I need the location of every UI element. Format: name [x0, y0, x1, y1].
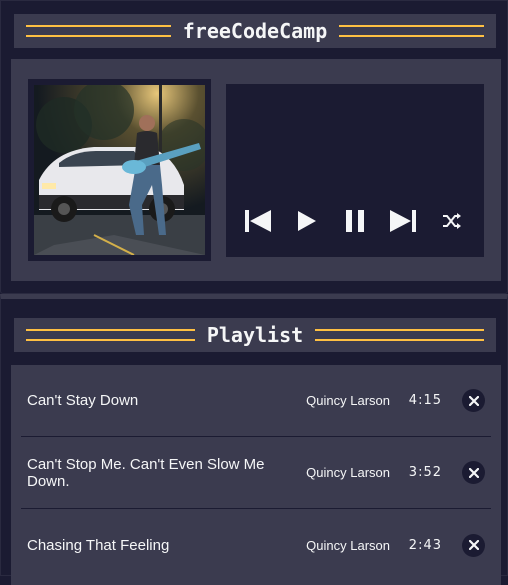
- header-decoration-left: [26, 25, 171, 37]
- song-title: Can't Stay Down: [27, 392, 139, 409]
- pause-button[interactable]: [339, 205, 371, 237]
- playlist-panel: Playlist Can't Stay Down Quincy Larson 4…: [0, 294, 508, 585]
- close-icon: [468, 467, 479, 478]
- close-icon: [468, 395, 479, 406]
- player-body: [11, 59, 501, 281]
- pause-icon: [345, 210, 364, 232]
- playlist-song[interactable]: Can't Stop Me. Can't Even Slow Me Down. …: [21, 437, 491, 509]
- previous-button[interactable]: [242, 205, 274, 237]
- song-duration: 4:15: [408, 393, 442, 408]
- shuffle-icon: [442, 213, 461, 229]
- controls-area: [226, 84, 484, 257]
- song-duration: 3:52: [408, 465, 442, 480]
- playlist-header: Playlist: [14, 318, 496, 352]
- play-icon: [297, 211, 316, 231]
- playlist-title: Playlist: [206, 323, 304, 347]
- player-panel: freeCodeCamp: [0, 0, 508, 294]
- song-artist: Quincy Larson: [306, 393, 390, 408]
- delete-song-button[interactable]: [462, 461, 485, 484]
- song-artist: Quincy Larson: [306, 537, 390, 553]
- next-button[interactable]: [387, 205, 419, 237]
- song-duration: 2:43: [408, 537, 442, 553]
- delete-song-button[interactable]: [462, 389, 485, 412]
- album-art-frame: [28, 79, 211, 261]
- delete-song-button[interactable]: [462, 533, 485, 557]
- header-decoration-right: [339, 25, 484, 37]
- previous-icon: [245, 210, 272, 232]
- album-art: [34, 85, 205, 255]
- song-title: Can't Stop Me. Can't Even Slow Me Down.: [27, 455, 265, 490]
- song-artist: Quincy Larson: [306, 465, 390, 480]
- close-icon: [468, 540, 479, 550]
- header-decoration-right: [315, 329, 485, 341]
- playlist-songs: Can't Stay Down Quincy Larson 4:15 Can't…: [11, 365, 501, 585]
- song-title: Chasing That Feeling: [27, 536, 170, 554]
- shuffle-button[interactable]: [436, 205, 468, 237]
- playlist-song[interactable]: Can't Stay Down Quincy Larson 4:15: [21, 365, 491, 437]
- player-header: freeCodeCamp: [14, 14, 496, 48]
- next-icon: [390, 210, 417, 232]
- player-controls: [226, 205, 484, 237]
- playlist-song[interactable]: Chasing That Feeling Quincy Larson 2:43: [21, 509, 491, 581]
- app-title: freeCodeCamp: [182, 19, 328, 43]
- play-button[interactable]: [291, 205, 323, 237]
- header-decoration-left: [26, 329, 195, 341]
